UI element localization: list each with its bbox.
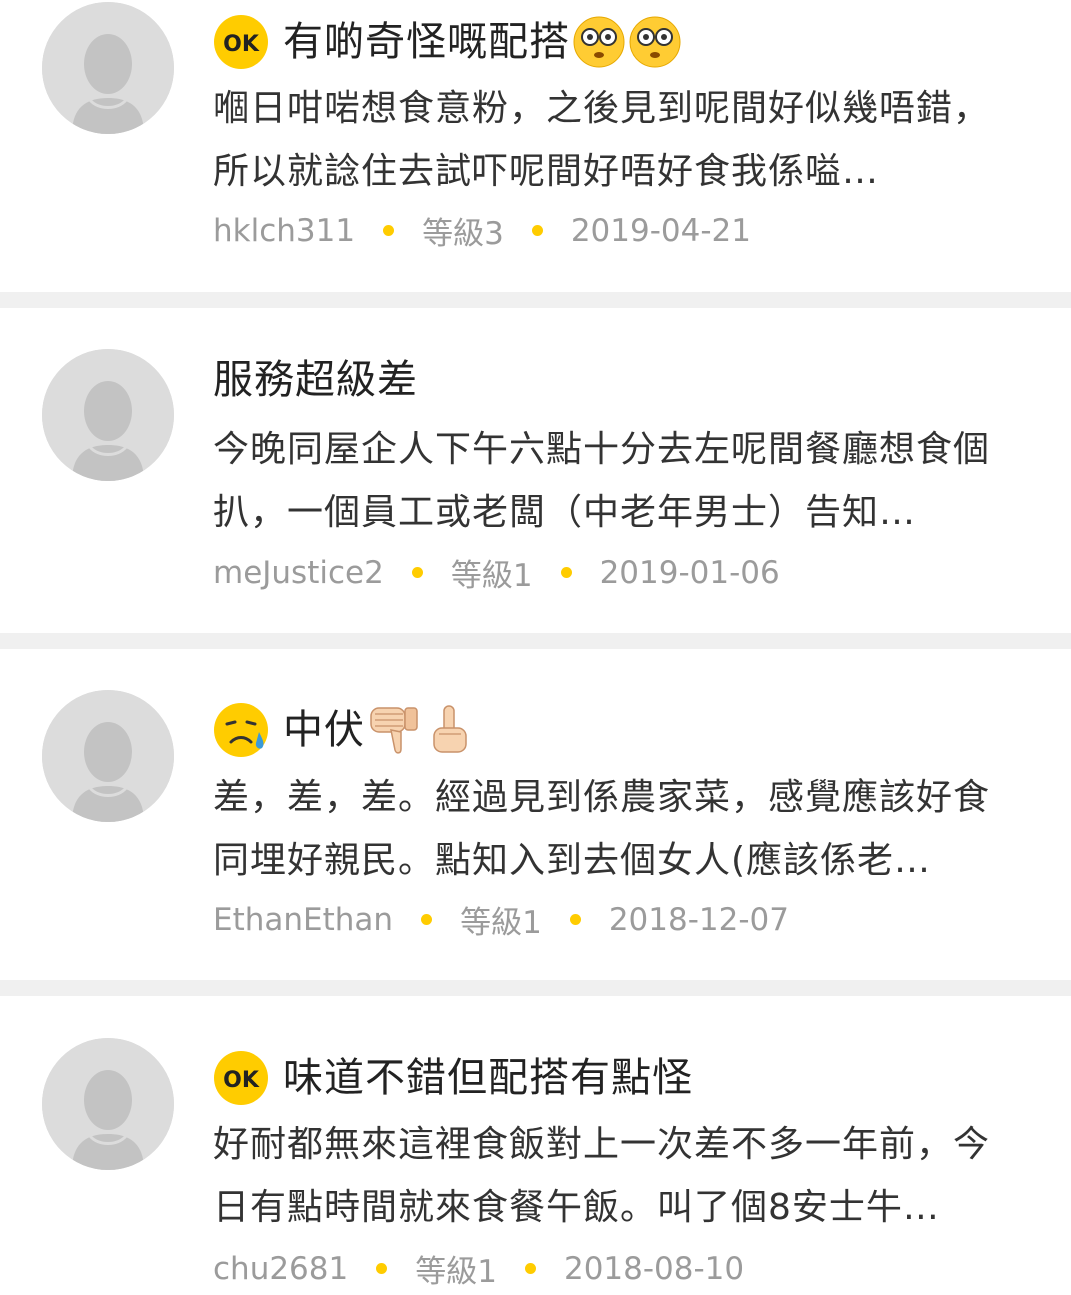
ok-rating-badge-text: OK xyxy=(223,32,260,57)
review-username[interactable]: chu2681 xyxy=(213,1251,348,1287)
review-excerpt: 嗰日咁啱想食意粉，之後見到呢間好似幾唔錯，所以就諗住去試吓呢間好唔好食我係嗌… xyxy=(213,88,991,192)
review-title: 有啲奇怪嘅配搭 xyxy=(283,19,570,65)
review-date: 2019-01-06 xyxy=(599,554,780,591)
review-date: 2018-12-07 xyxy=(608,901,789,938)
review-card[interactable]: OK 有啲奇怪嘅配搭 嗰日咁啱想食意粉，之後見到呢間好似幾唔錯，所以就諗住去試吓… xyxy=(0,0,1071,292)
review-title-row: OK 味道不錯但配搭有點怪 xyxy=(213,1050,693,1106)
divider xyxy=(0,292,1071,308)
cry-rating-icon xyxy=(214,703,268,757)
review-user-level: 等級1 xyxy=(450,558,533,594)
ok-rating-icon: OK xyxy=(214,1051,268,1105)
review-title-row: 服務超級差 xyxy=(213,352,418,408)
divider xyxy=(0,633,1071,649)
ok-rating-badge-text: OK xyxy=(223,1068,260,1093)
review-username[interactable]: EthanEthan xyxy=(213,902,393,938)
flushed-face-icon xyxy=(629,16,681,68)
review-list: OK 有啲奇怪嘅配搭 嗰日咁啱想食意粉，之後見到呢間好似幾唔錯，所以就諗住去試吓… xyxy=(0,0,1071,1295)
avatar[interactable] xyxy=(42,2,174,134)
meta-separator-dot xyxy=(524,1263,536,1274)
meta-separator-dot xyxy=(421,914,433,925)
default-user-icon xyxy=(42,1038,174,1170)
review-excerpt: 差，差，差。經過見到係農家菜，感覺應該好食同埋好親民。點知入到去個女人(應該係老… xyxy=(213,777,991,881)
meta-separator-dot xyxy=(376,1263,388,1274)
review-user-level: 等級1 xyxy=(415,1254,497,1290)
middle-finger-icon xyxy=(433,705,467,753)
default-user-icon xyxy=(42,349,174,481)
meta-separator-dot xyxy=(411,567,423,578)
review-excerpt: 好耐都無來這裡食飯對上一次差不多一年前，今日有點時間就來食餐午飯。叫了個8安士牛… xyxy=(213,1124,991,1228)
divider xyxy=(0,980,1071,996)
review-meta: chu2681 等級1 2018-08-10 xyxy=(213,1246,744,1291)
review-title: 中伏 xyxy=(283,707,365,753)
review-meta: hklch311 等級3 2019-04-21 xyxy=(213,208,751,253)
avatar[interactable] xyxy=(42,349,174,481)
meta-separator-dot xyxy=(569,914,581,925)
review-card[interactable]: 中伏 差，差，差。經過見到係農家菜，感覺應該好食同埋好親民。點知入到去個女人(應… xyxy=(0,649,1071,980)
review-card[interactable]: OK 味道不錯但配搭有點怪 好耐都無來這裡食飯對上一次差不多一年前，今日有點時間… xyxy=(0,996,1071,1295)
meta-separator-dot xyxy=(383,225,395,236)
review-date: 2019-04-21 xyxy=(570,212,751,249)
review-username[interactable]: meJustice2 xyxy=(213,555,384,591)
default-user-icon xyxy=(42,2,174,134)
review-username[interactable]: hklch311 xyxy=(213,213,355,249)
flushed-face-icon xyxy=(573,16,625,68)
review-title-row: 中伏 xyxy=(213,702,475,758)
meta-separator-dot xyxy=(560,567,572,578)
review-meta: meJustice2 等級1 2019-01-06 xyxy=(213,550,780,595)
review-user-level: 等級1 xyxy=(460,905,542,941)
review-title: 味道不錯但配搭有點怪 xyxy=(283,1055,693,1101)
review-user-level: 等級3 xyxy=(422,216,504,252)
ok-rating-icon: OK xyxy=(214,15,268,69)
default-user-icon xyxy=(42,690,174,822)
review-card[interactable]: 服務超級差 今晚同屋企人下午六點十分去左呢間餐廳想食個扒，一個員工或老闆（中老年… xyxy=(0,308,1071,633)
thumbs-down-icon xyxy=(370,707,418,754)
review-date: 2018-08-10 xyxy=(563,1250,745,1287)
avatar[interactable] xyxy=(42,690,174,822)
review-excerpt: 今晚同屋企人下午六點十分去左呢間餐廳想食個扒，一個員工或老闆（中老年男士）告知… xyxy=(213,429,991,533)
review-meta: EthanEthan 等級1 2018-12-07 xyxy=(213,897,789,942)
review-title: 服務超級差 xyxy=(213,357,418,403)
meta-separator-dot xyxy=(531,225,543,236)
review-title-row: OK 有啲奇怪嘅配搭 xyxy=(213,14,682,70)
avatar[interactable] xyxy=(42,1038,174,1170)
